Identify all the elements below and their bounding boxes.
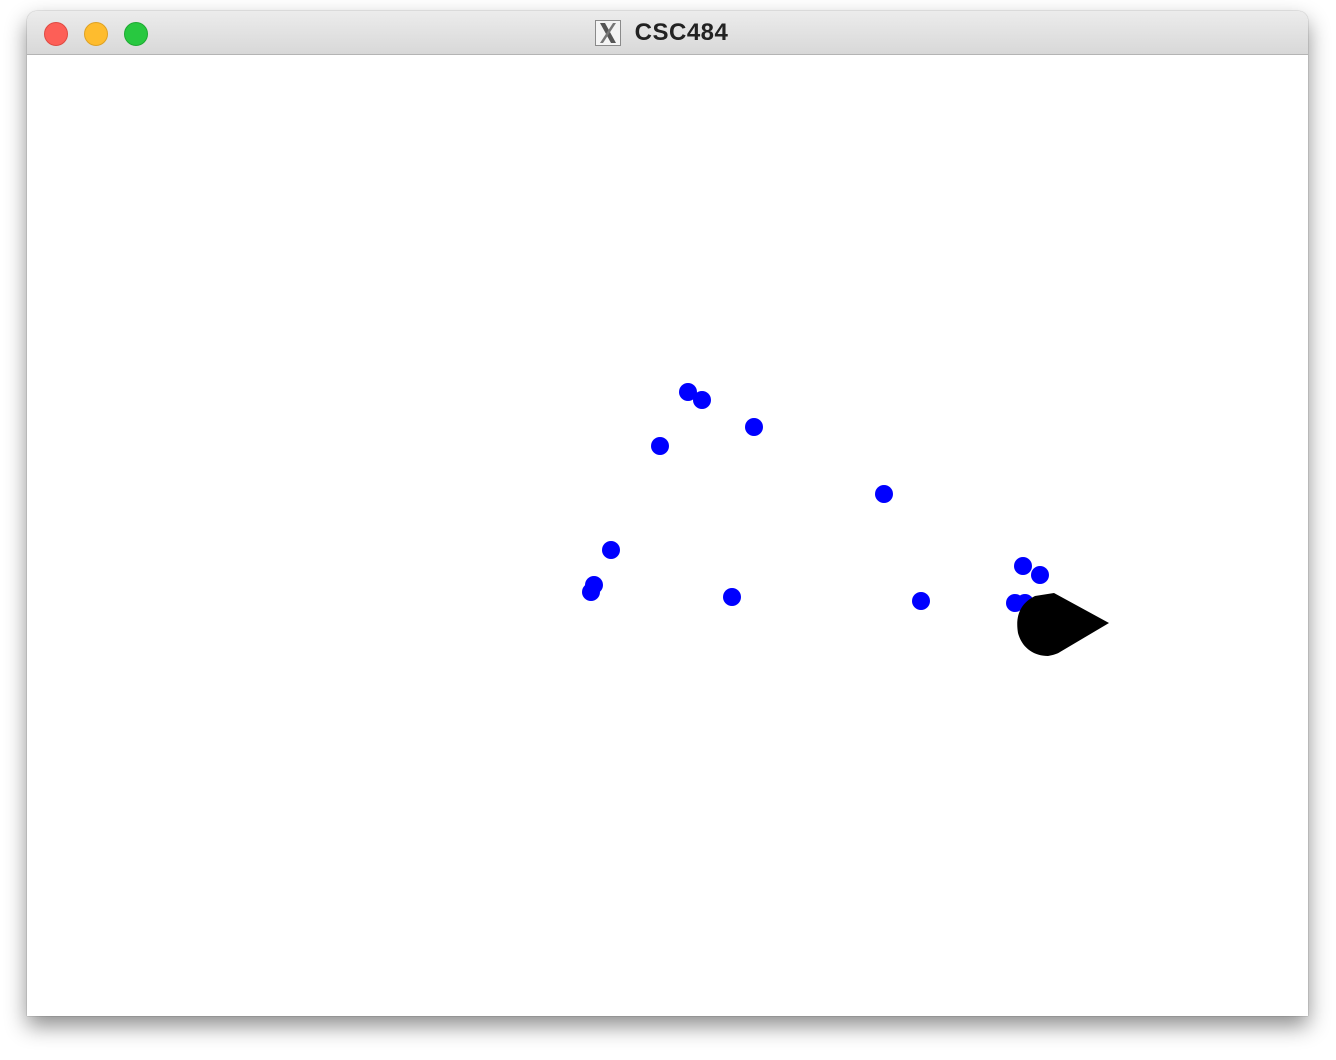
agent-teardrop	[1017, 593, 1109, 656]
boid-dot	[745, 418, 763, 436]
title-bar[interactable]: CSC484	[27, 11, 1308, 55]
boid-dot	[912, 592, 930, 610]
boid-dot	[1014, 557, 1032, 575]
app-window: CSC484	[27, 11, 1308, 1016]
boid-dot	[602, 541, 620, 559]
boid-dots	[582, 383, 1049, 612]
simulation-canvas[interactable]	[27, 55, 1308, 1016]
boid-dot	[651, 437, 669, 455]
window-title: CSC484	[634, 19, 729, 46]
boid-dot	[875, 485, 893, 503]
boid-dot	[693, 391, 711, 409]
x11-icon	[594, 20, 621, 46]
boid-dot	[1031, 566, 1049, 584]
simulation-scene	[582, 383, 1109, 656]
boid-dot	[582, 583, 600, 601]
boid-dot	[723, 588, 741, 606]
title-container: CSC484	[27, 11, 1308, 55]
